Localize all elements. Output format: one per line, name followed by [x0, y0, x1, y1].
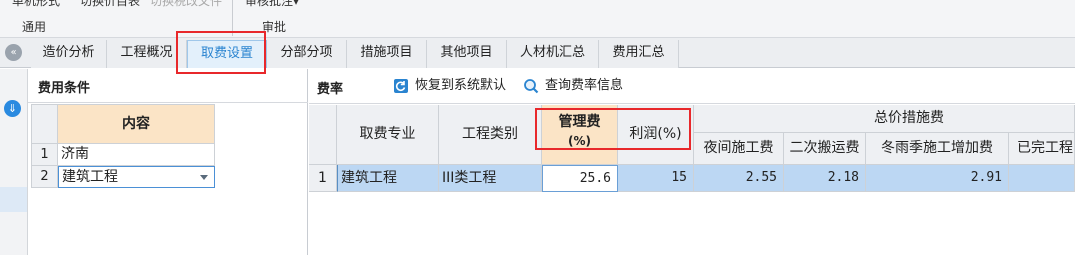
arrow-down-icon[interactable]: ⇓	[4, 100, 21, 117]
grid-corner	[31, 104, 58, 144]
tab-other-items[interactable]: 其他项目	[427, 40, 507, 68]
ribbon-item-switch-tax-file[interactable]: 切换税改文件	[150, 0, 222, 9]
rates-title: 费率	[317, 82, 344, 97]
content-column-header: 内容	[58, 104, 215, 144]
header-management-fee-label: 管理费	[558, 114, 601, 130]
tab-measures[interactable]: 措施项目	[347, 40, 427, 68]
query-rate-info-button[interactable]: 查询费率信息	[523, 75, 623, 97]
ribbon-toolbar: 单机形式 切换价目表 切换税改文件 审核批注▾ 通用 审批	[0, 0, 1075, 38]
cell-secondary-transport-fee[interactable]: 2.18	[784, 165, 866, 192]
collapse-icon[interactable]: «	[5, 44, 22, 61]
side-strip-selection	[0, 187, 27, 212]
table-corner	[309, 105, 337, 165]
tab-cost-summary[interactable]: 费用汇总	[599, 40, 679, 68]
header-fee-specialty: 取费专业	[337, 105, 439, 165]
header-night-construction-fee: 夜间施工费	[694, 133, 784, 165]
header-profit: 利润(%)	[618, 105, 694, 165]
header-completed-works: 已完工程	[1009, 133, 1075, 165]
cell-management-fee-input[interactable]: 25.6	[542, 165, 618, 192]
cell-completed-works[interactable]	[1009, 165, 1075, 192]
fee-conditions-title: 费用条件	[38, 81, 91, 96]
condition-cell-value: 建筑工程	[62, 169, 118, 185]
header-project-category: 工程类别	[439, 105, 542, 165]
ribbon-divider	[232, 0, 233, 36]
header-winter-rain-fee: 冬雨季施工增加费	[866, 133, 1009, 165]
tab-cost-analysis[interactable]: 造价分析	[31, 40, 107, 68]
condition-dropdown-project-type[interactable]: 建筑工程	[58, 166, 215, 188]
ribbon-item-standalone-mode[interactable]: 单机形式	[12, 0, 60, 9]
row-number: 1	[309, 165, 337, 192]
condition-cell-region[interactable]: 济南	[58, 144, 215, 166]
header-total-measure-fee: 总价措施费	[694, 105, 1075, 133]
row-number: 2	[31, 166, 58, 188]
cell-fee-specialty[interactable]: 建筑工程	[337, 165, 439, 192]
ribbon-group-approval: 审批	[262, 20, 287, 34]
ribbon-item-switch-price-list[interactable]: 切换价目表	[80, 0, 140, 9]
fee-conditions-panel: 费用条件 内容 1 济南 2 建筑工程	[28, 69, 308, 255]
row-number: 1	[31, 144, 58, 166]
header-management-fee-unit: (%)	[568, 134, 591, 148]
header-management-fee: 管理费 (%)	[542, 105, 618, 165]
rates-panel: 费率 恢复到系统默认 查询费率信息 取费专业 工程类别 管理费 (%) 利润(%…	[309, 69, 1075, 255]
tab-sub-items[interactable]: 分部分项	[267, 40, 347, 68]
cell-night-construction-fee[interactable]: 2.55	[694, 165, 784, 192]
tab-project-overview[interactable]: 工程概况	[107, 40, 187, 68]
cell-winter-rain-fee[interactable]: 2.91	[866, 165, 1009, 192]
divider	[309, 103, 1075, 104]
tab-bar: « 造价分析 工程概况 取费设置 分部分项 措施项目 其他项目 人材机汇总 费用…	[0, 38, 1075, 68]
refresh-icon	[394, 79, 408, 93]
side-strip: ⇓	[0, 69, 28, 255]
tab-labor-material-summary[interactable]: 人材机汇总	[507, 40, 599, 68]
search-icon	[524, 79, 539, 94]
tab-fee-settings[interactable]: 取费设置	[187, 40, 267, 68]
query-rate-info-label: 查询费率信息	[545, 78, 624, 93]
ribbon-group-general: 通用	[22, 20, 47, 34]
header-secondary-transport-fee: 二次搬运费	[784, 133, 866, 165]
restore-default-label: 恢复到系统默认	[415, 78, 507, 93]
ribbon-item-review-annotate[interactable]: 审核批注▾	[245, 0, 299, 9]
divider	[28, 102, 308, 103]
dropdown-arrow-icon[interactable]	[200, 175, 208, 180]
cell-profit[interactable]: 15	[618, 165, 694, 192]
cell-project-category[interactable]: III类工程	[439, 165, 542, 192]
restore-default-button[interactable]: 恢复到系统默认	[393, 75, 506, 97]
